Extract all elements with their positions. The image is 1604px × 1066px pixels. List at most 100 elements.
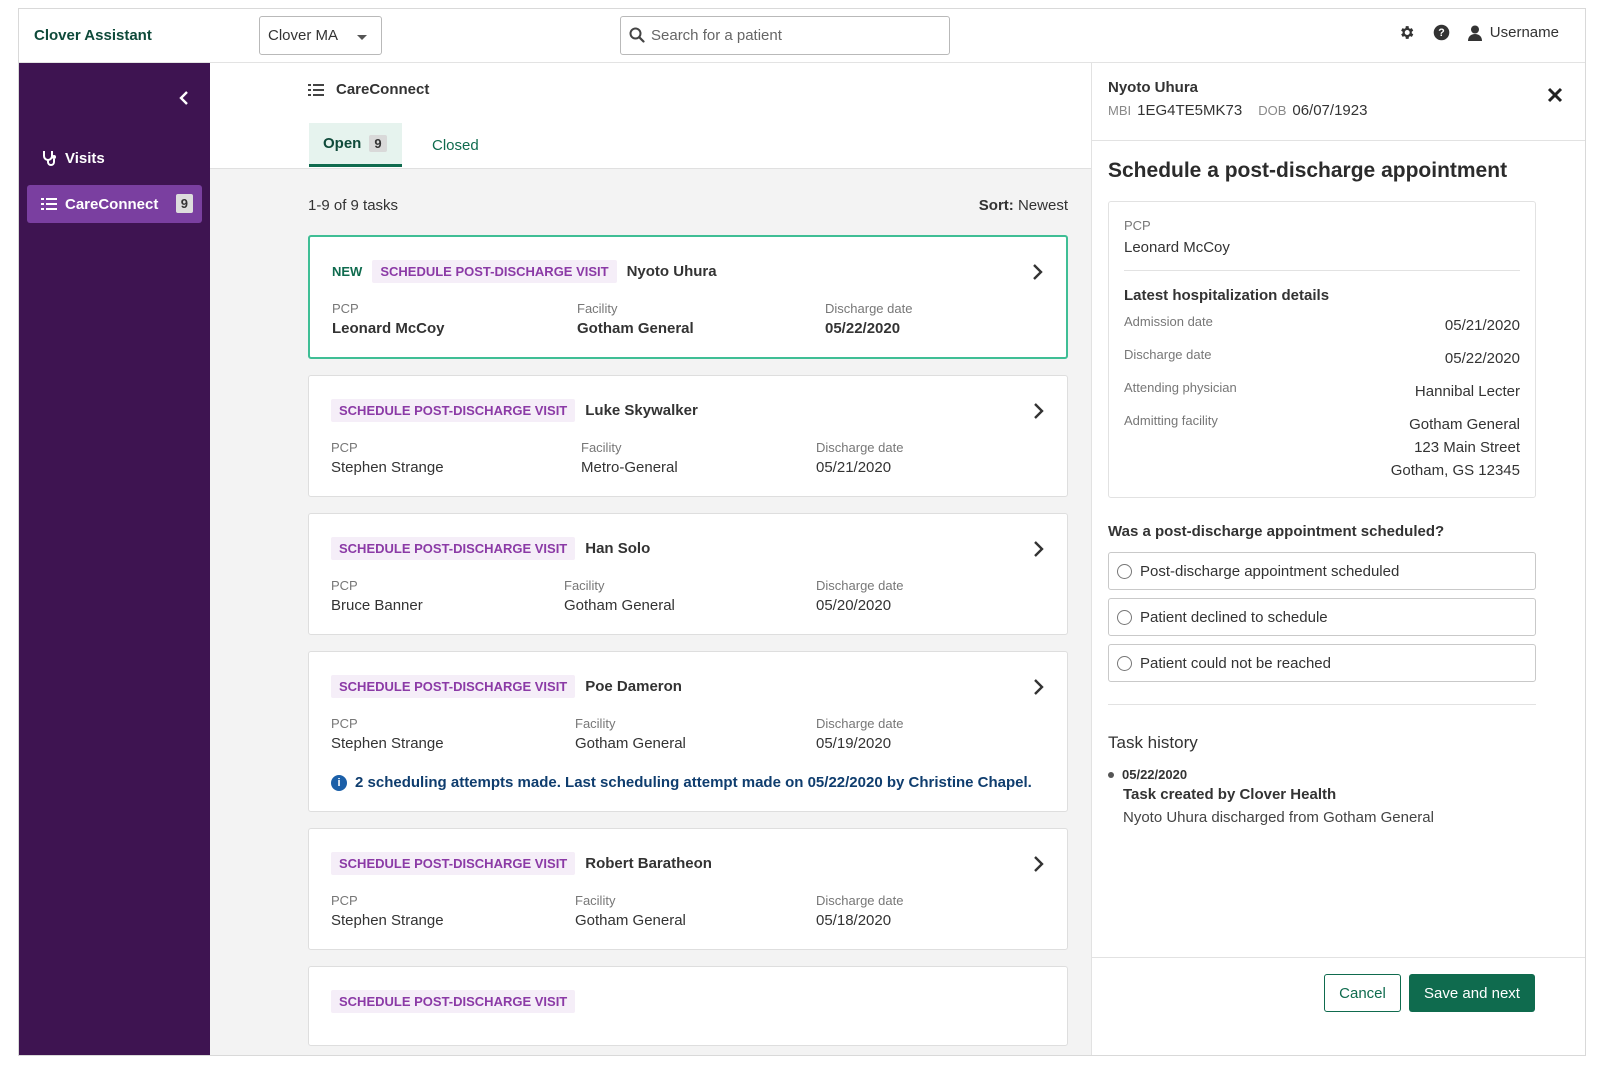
task-detail-panel: Nyoto Uhura MBI 1EG4TE5MK73 DOB 06/07/19… <box>1092 63 1585 1055</box>
task-card[interactable]: NEW Schedule post-discharge visit Nyoto … <box>308 235 1068 359</box>
tab-closed[interactable]: Closed <box>418 123 493 167</box>
top-bar: Clover Assistant Clover MA ? <box>19 9 1585 63</box>
user-menu[interactable]: Username <box>1467 24 1559 41</box>
pcp-value: Leonard McCoy <box>332 320 445 337</box>
history-item: 05/22/2020 Task created by Clover Health… <box>1108 767 1536 826</box>
task-card[interactable]: Schedule post-discharge visit Han Solo P… <box>308 513 1068 635</box>
task-card[interactable]: Schedule post-discharge visit Poe Damero… <box>308 651 1068 812</box>
sort-control[interactable]: Sort: Newest <box>979 197 1068 214</box>
pcp-value: Stephen Strange <box>331 912 444 929</box>
facility-value: Metro-General <box>581 459 678 476</box>
mbi-label: MBI <box>1108 103 1132 118</box>
pcp-value: Leonard McCoy <box>1124 239 1230 256</box>
field-label: PCP <box>331 893 358 908</box>
search-box[interactable] <box>620 16 950 55</box>
search-icon <box>629 27 645 43</box>
patient-ids: MBI 1EG4TE5MK73 DOB 06/07/1923 <box>1108 102 1571 119</box>
patient-name: Poe Dameron <box>585 677 682 695</box>
chevron-right-icon <box>1034 856 1044 872</box>
chevron-left-icon[interactable] <box>177 91 191 105</box>
field-label: Facility <box>575 893 616 908</box>
user-icon <box>1467 25 1482 41</box>
discharge-value: 05/19/2020 <box>816 735 892 752</box>
field-label: Facility <box>575 716 616 731</box>
physician-row: Attending physician Hannibal Lecter <box>1124 380 1520 403</box>
option-label: Patient declined to schedule <box>1140 608 1328 626</box>
gear-icon[interactable] <box>1398 24 1415 41</box>
new-badge: NEW <box>332 263 363 279</box>
count-badge: 9 <box>369 135 387 152</box>
field-label: Discharge date <box>816 440 904 455</box>
close-icon[interactable] <box>1547 87 1563 103</box>
top-actions: ? Username <box>1398 24 1559 41</box>
pcp-value: Stephen Strange <box>331 459 444 476</box>
task-type-tag: Schedule post-discharge visit <box>331 674 576 698</box>
dob-label: DOB <box>1258 103 1287 118</box>
help-icon[interactable]: ? <box>1433 24 1450 41</box>
physician-value: Hannibal Lecter <box>1414 383 1520 400</box>
admission-value: 05/21/2020 <box>1444 317 1520 334</box>
scheduling-note: i 2 scheduling attempts made. Last sched… <box>331 774 1045 791</box>
option-label: Post-discharge appointment scheduled <box>1140 562 1400 580</box>
option-scheduled[interactable]: Post-discharge appointment scheduled <box>1108 552 1536 590</box>
chevron-right-icon <box>1034 541 1044 557</box>
field-label: Discharge date <box>816 893 904 908</box>
cancel-button[interactable]: Cancel <box>1324 974 1401 1012</box>
facility-value: Gotham General <box>575 735 686 752</box>
field-label: Facility <box>564 578 605 593</box>
admission-label: Admission date <box>1124 314 1213 329</box>
discharge-value: 05/20/2020 <box>816 597 892 614</box>
task-card[interactable]: Schedule post-discharge visit Robert Bar… <box>308 828 1068 950</box>
radio-button[interactable] <box>1117 563 1132 579</box>
question-label: Was a post-discharge appointment schedul… <box>1108 523 1445 540</box>
task-list-area: CareConnect Open 9 Closed 1-9 of 9 tasks… <box>210 63 1092 1055</box>
sidebar-item-careconnect[interactable]: CareConnect 9 <box>27 185 202 223</box>
patient-name: Nyoto Uhura <box>1108 79 1198 96</box>
task-card[interactable]: Schedule post-discharge visit <box>308 966 1068 1046</box>
results-bar: 1-9 of 9 tasks Sort: Newest <box>308 197 1068 214</box>
tab-open[interactable]: Open 9 <box>309 123 402 167</box>
option-not-reached[interactable]: Patient could not be reached <box>1108 644 1536 682</box>
field-label: Discharge date <box>816 716 904 731</box>
tab-label: Open <box>323 135 362 152</box>
option-declined[interactable]: Patient declined to schedule <box>1108 598 1536 636</box>
task-type-tag: Schedule post-discharge visit <box>372 259 617 283</box>
brand-logo[interactable]: Clover Assistant <box>34 27 152 44</box>
field-label: PCP <box>331 578 358 593</box>
sidebar-item-label: CareConnect <box>65 195 159 213</box>
sidebar-item-visits[interactable]: Visits <box>27 139 202 177</box>
discharge-value: 05/18/2020 <box>816 912 892 929</box>
history-date-text: 05/22/2020 <box>1122 767 1188 782</box>
task-type-tag: Schedule post-discharge visit <box>331 989 576 1013</box>
admission-row: Admission date 05/21/2020 <box>1124 314 1520 337</box>
facility-value: Gotham General <box>564 597 675 614</box>
org-select-value: Clover MA <box>268 27 339 44</box>
discharge-row: Discharge date 05/22/2020 <box>1124 347 1520 370</box>
task-card[interactable]: Schedule post-discharge visit Luke Skywa… <box>308 375 1068 497</box>
checklist-icon <box>308 83 324 96</box>
radio-button[interactable] <box>1117 609 1132 625</box>
pcp-label: PCP <box>1124 218 1151 233</box>
chevron-right-icon <box>1033 264 1043 280</box>
panel-footer: Cancel Save and next <box>1092 957 1585 1055</box>
panel-title: Schedule a post-discharge appointment <box>1108 159 1508 182</box>
facility-field: Facility Metro-General <box>581 440 816 476</box>
pcp-field: PCP Leonard McCoy <box>332 301 577 337</box>
result-count: 1-9 of 9 tasks <box>308 197 399 214</box>
patient-name: Robert Baratheon <box>585 854 712 872</box>
search-input[interactable] <box>651 17 941 54</box>
history-detail: Nyoto Uhura discharged from Gotham Gener… <box>1123 809 1434 826</box>
count-badge: 9 <box>175 194 193 213</box>
page-title: CareConnect <box>308 81 429 98</box>
patient-name: Luke Skywalker <box>585 401 698 419</box>
task-history-title: Task history <box>1108 733 1198 752</box>
task-type-tag: Schedule post-discharge visit <box>331 536 576 560</box>
sort-label: Sort: <box>978 197 1014 214</box>
save-and-next-button[interactable]: Save and next <box>1409 974 1535 1012</box>
checklist-icon <box>41 198 57 210</box>
history-event: Task created by Clover Health <box>1123 786 1337 803</box>
facility-city: Gotham, GS 12345 <box>1390 462 1520 479</box>
chevron-down-icon <box>357 35 367 40</box>
radio-button[interactable] <box>1117 655 1132 671</box>
org-select[interactable]: Clover MA <box>259 16 382 55</box>
